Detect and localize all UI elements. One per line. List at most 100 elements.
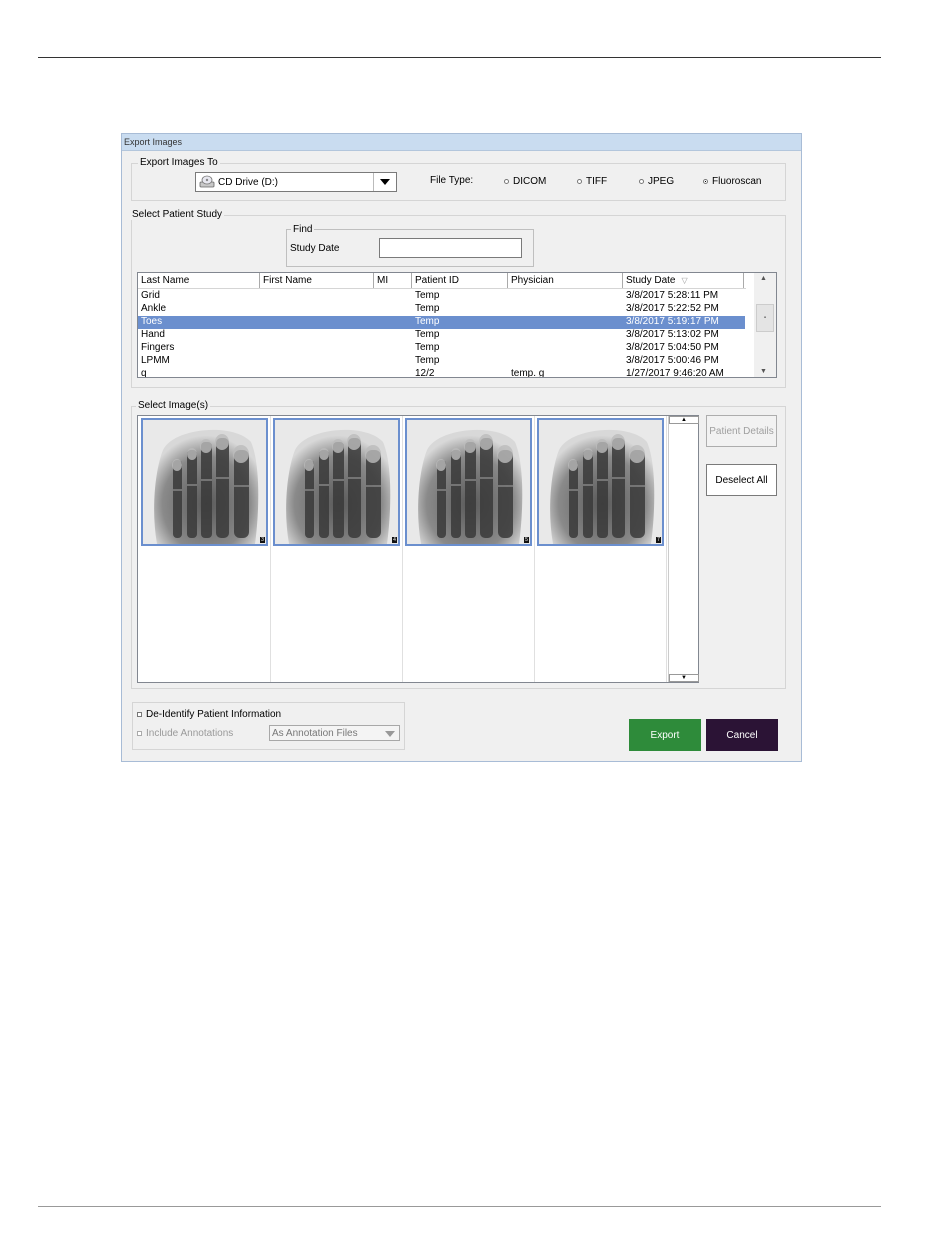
foot-xray-image: [275, 420, 398, 544]
radio-fluoroscan-dot: [703, 179, 708, 184]
drive-select-arrow[interactable]: [373, 173, 396, 191]
col-first-name[interactable]: First Name: [260, 273, 374, 288]
image-number-badge: 3: [260, 537, 265, 543]
images-scroll-up-icon[interactable]: ▲: [669, 416, 699, 424]
table-cell-date: 1/27/2017 9:46:20 AM: [626, 368, 724, 378]
table-row[interactable]: Ankle Temp 3/8/2017 5:22:52 PM: [138, 303, 745, 316]
image-thumbnail[interactable]: 5: [405, 418, 532, 546]
scroll-down-icon[interactable]: ▼: [760, 368, 767, 375]
cd-drive-icon: [199, 175, 215, 188]
image-number-badge: 4: [392, 537, 397, 543]
table-cell-pid: Temp: [415, 329, 440, 340]
table-row[interactable]: Hand Temp 3/8/2017 5:13:02 PM: [138, 329, 745, 342]
col-study-date[interactable]: Study Date ▽: [623, 273, 744, 288]
include-annotations-label: Include Annotations: [146, 728, 234, 739]
col-patient-id-label: Patient ID: [415, 275, 459, 286]
foot-xray-image: [539, 420, 662, 544]
images-scroll-down-icon[interactable]: ▼: [669, 674, 699, 682]
table-cell-date: 3/8/2017 5:28:11 PM: [626, 290, 719, 301]
radio-fluoroscan[interactable]: Fluoroscan: [703, 176, 761, 187]
radio-jpeg[interactable]: JPEG: [639, 176, 674, 187]
table-scrollbar[interactable]: ▲ ▪ ▼: [754, 273, 776, 377]
page-top-rule: [38, 57, 881, 58]
drive-select-value: CD Drive (D:): [218, 177, 278, 188]
options-group: De-Identify Patient Information Include …: [132, 702, 405, 750]
col-mi-label: MI: [377, 275, 389, 286]
foot-xray-image: [407, 420, 530, 544]
table-header: Last Name First Name MI Patient ID Physi…: [138, 273, 746, 289]
table-cell-last: LPMM: [141, 355, 170, 366]
sort-descending-icon: ▽: [681, 276, 688, 285]
cancel-button[interactable]: Cancel: [706, 719, 778, 751]
radio-jpeg-dot: [639, 179, 644, 184]
deidentify-label: De-Identify Patient Information: [146, 709, 282, 720]
thumbnail-slot: 5: [403, 416, 535, 682]
image-thumbnail[interactable]: 4: [273, 418, 400, 546]
table-cell-physician: temp. g: [511, 368, 545, 378]
thumbnail-slot: 7: [535, 416, 667, 682]
scroll-thumb[interactable]: ▪: [756, 304, 774, 332]
col-last-name[interactable]: Last Name: [138, 273, 260, 288]
export-to-legend: Export Images To: [138, 157, 220, 168]
images-legend: Select Image(s): [136, 400, 211, 411]
image-number-badge: 7: [656, 537, 661, 543]
include-annotations-checkbox[interactable]: Include Annotations: [137, 728, 233, 739]
table-cell-pid: Temp: [415, 342, 440, 353]
table-cell-last: Ankle: [141, 303, 167, 314]
foot-xray-image: [143, 420, 266, 544]
table-cell-pid: Temp: [415, 316, 440, 327]
table-cell-last: q: [141, 368, 147, 378]
table-row[interactable]: Grid Temp 3/8/2017 5:28:11 PM: [138, 290, 745, 303]
col-study-date-label: Study Date: [626, 275, 676, 286]
table-cell-date: 3/8/2017 5:00:46 PM: [626, 355, 719, 366]
title-bar: Export Images: [122, 134, 801, 151]
patient-study-legend: Select Patient Study: [130, 209, 225, 220]
table-cell-date: 3/8/2017 5:13:02 PM: [626, 329, 719, 340]
image-number-badge: 5: [524, 537, 529, 543]
col-mi[interactable]: MI: [374, 273, 412, 288]
col-first-name-label: First Name: [263, 275, 312, 286]
radio-fluoroscan-label: Fluoroscan: [712, 176, 762, 187]
export-button[interactable]: Export: [629, 719, 701, 751]
col-patient-id[interactable]: Patient ID: [412, 273, 508, 288]
table-cell-pid: Temp: [415, 290, 440, 301]
deidentify-checkbox[interactable]: De-Identify Patient Information: [137, 709, 281, 720]
image-thumbnail[interactable]: 7: [537, 418, 664, 546]
col-physician[interactable]: Physician: [508, 273, 623, 288]
radio-tiff[interactable]: TIFF: [577, 176, 607, 187]
images-scrollbar[interactable]: ▲ ▼: [668, 416, 699, 682]
drive-select[interactable]: CD Drive (D:): [195, 172, 397, 192]
table-row[interactable]: Toes Temp 3/8/2017 5:19:17 PM: [138, 316, 745, 329]
table-cell-date: 3/8/2017 5:04:50 PM: [626, 342, 719, 353]
patient-details-button[interactable]: Patient Details: [706, 415, 777, 447]
include-annotations-checkbox-box: [137, 731, 142, 736]
image-thumbnails-panel: 3 4 5 7 ▲ ▼: [137, 415, 699, 683]
deselect-all-button[interactable]: Deselect All: [706, 464, 777, 496]
image-thumbnail[interactable]: 3: [141, 418, 268, 546]
radio-dicom[interactable]: DICOM: [504, 176, 546, 187]
study-date-label: Study Date: [290, 243, 340, 254]
thumbnail-slot: 4: [271, 416, 403, 682]
table-row[interactable]: LPMM Temp 3/8/2017 5:00:46 PM: [138, 355, 745, 368]
table-cell-last: Hand: [141, 329, 165, 340]
file-type-label: File Type:: [430, 175, 474, 186]
study-date-input[interactable]: [379, 238, 522, 258]
table-cell-last: Grid: [141, 290, 160, 301]
annotation-mode-select[interactable]: As Annotation Files: [269, 725, 400, 741]
chevron-down-icon: [385, 731, 395, 737]
table-cell-pid: Temp: [415, 303, 440, 314]
page-bottom-rule: [38, 1206, 881, 1207]
table-cell-date: 3/8/2017 5:19:17 PM: [626, 316, 719, 327]
scroll-up-icon[interactable]: ▲: [760, 275, 767, 282]
find-legend: Find: [291, 224, 315, 235]
table-cell-last: Fingers: [141, 342, 175, 353]
radio-dicom-dot: [504, 179, 509, 184]
col-last-name-label: Last Name: [141, 275, 190, 286]
chevron-down-icon: [380, 179, 390, 185]
table-cell-last: Toes: [141, 316, 163, 327]
table-row[interactable]: q 12/2 temp. g 1/27/2017 9:46:20 AM: [138, 368, 745, 378]
table-cell-date: 3/8/2017 5:22:52 PM: [626, 303, 719, 314]
annotation-mode-arrow: [385, 731, 395, 737]
table-row[interactable]: Fingers Temp 3/8/2017 5:04:50 PM: [138, 342, 745, 355]
radio-jpeg-label: JPEG: [648, 176, 675, 187]
